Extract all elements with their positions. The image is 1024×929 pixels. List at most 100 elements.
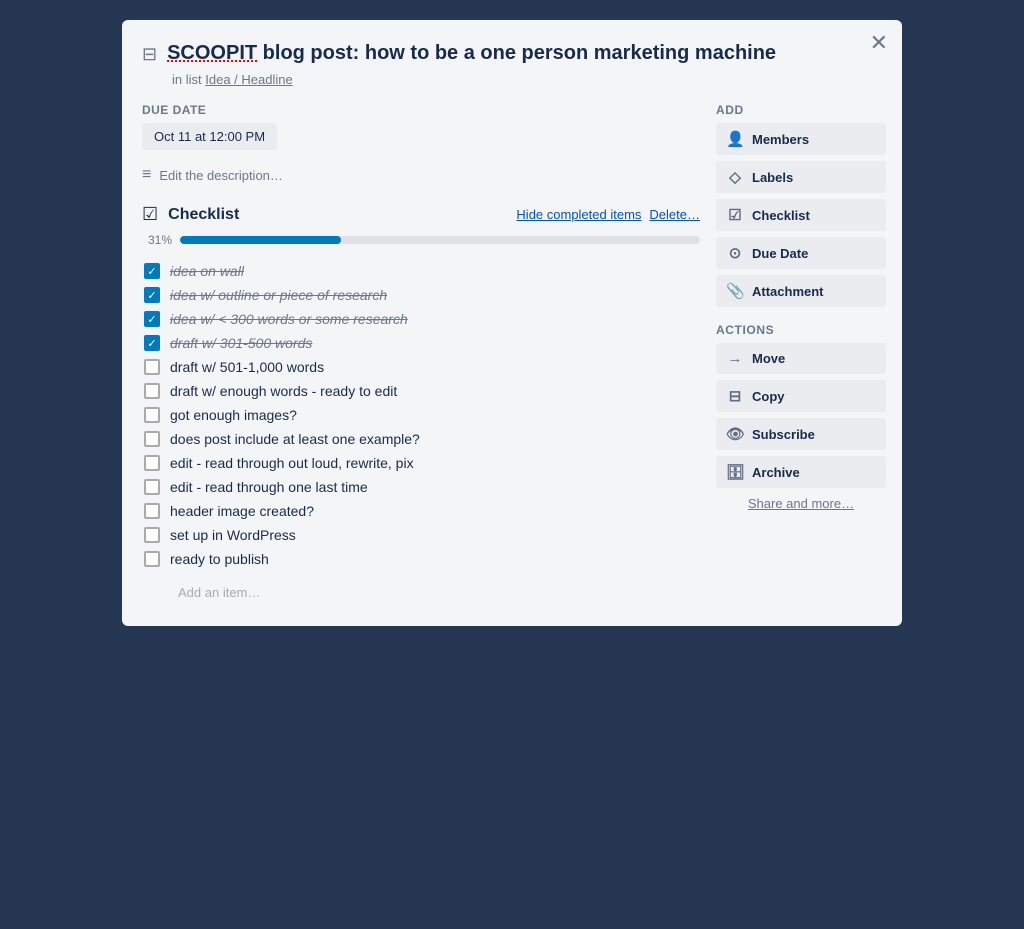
- sidebar-action-copy-button[interactable]: ⊟ Copy: [716, 380, 886, 412]
- card-title: SCOOPIT blog post: how to be a one perso…: [167, 40, 776, 66]
- sidebar-btn-label: Due Date: [752, 246, 808, 261]
- item-text: idea w/ outline or piece of research: [170, 287, 387, 303]
- checklist-item: got enough images?: [142, 403, 700, 427]
- checklist-items-list: ✓ idea on wall ✓ idea w/ outline or piece o…: [142, 259, 700, 571]
- due-date-button[interactable]: Oct 11 at 12:00 PM: [142, 123, 277, 150]
- progress-percent: 31%: [142, 233, 172, 247]
- add-buttons-group: 👤 Members ◇ Labels ☑ Checklist ⊙ Due Date 📎 Attac…: [716, 123, 886, 307]
- sidebar-action-move-button[interactable]: → Move: [716, 343, 886, 374]
- checklist-actions: Hide completed items Delete…: [516, 207, 700, 222]
- checklist-item: does post include at least one example?: [142, 427, 700, 451]
- item-checkbox[interactable]: [144, 551, 160, 567]
- checklist-title: Checklist: [168, 206, 506, 224]
- members-icon: 👤: [726, 130, 744, 148]
- description-icon: ≡: [142, 166, 151, 184]
- item-text: idea on wall: [170, 263, 244, 279]
- checklist-item: ✓ idea w/ < 300 words or some research: [142, 307, 700, 331]
- sidebar-add-due-date-button[interactable]: ⊙ Due Date: [716, 237, 886, 269]
- sidebar-add-members-button[interactable]: 👤 Members: [716, 123, 886, 155]
- item-checkbox[interactable]: ✓: [144, 311, 160, 327]
- brand-text: SCOOPIT: [167, 42, 257, 64]
- sidebar-btn-label: Copy: [752, 389, 785, 404]
- checklist-item: draft w/ enough words - ready to edit: [142, 379, 700, 403]
- item-checkbox[interactable]: [144, 527, 160, 543]
- share-link[interactable]: Share and more…: [716, 496, 886, 511]
- checklist-item: draft w/ 501-1,000 words: [142, 355, 700, 379]
- actions-section: Actions → Move ⊟ Copy 👁 Subscribe 🗄 Archive Sha…: [716, 323, 886, 511]
- item-text: draft w/ 301-500 words: [170, 335, 312, 351]
- sidebar-add-labels-button[interactable]: ◇ Labels: [716, 161, 886, 193]
- item-checkbox[interactable]: [144, 503, 160, 519]
- checklist-icon: ☑: [142, 204, 158, 225]
- modal-header: ⊟ SCOOPIT blog post: how to be a one per…: [142, 40, 886, 66]
- sidebar-add-checklist-button[interactable]: ☑ Checklist: [716, 199, 886, 231]
- sidebar: Add 👤 Members ◇ Labels ☑ Checklist ⊙ Due Date 📎 A…: [716, 103, 886, 606]
- list-link[interactable]: Idea / Headline: [205, 72, 292, 87]
- item-checkbox[interactable]: [144, 431, 160, 447]
- sidebar-add-attachment-button[interactable]: 📎 Attachment: [716, 275, 886, 307]
- add-section-title: Add: [716, 103, 886, 117]
- sidebar-btn-label: Subscribe: [752, 427, 815, 442]
- progress-row: 31%: [142, 233, 700, 247]
- description-row[interactable]: ≡ Edit the description…: [142, 166, 700, 184]
- modal-body: Due Date Oct 11 at 12:00 PM ≡ Edit the d…: [142, 103, 886, 606]
- item-text: edit - read through out loud, rewrite, p…: [170, 455, 414, 471]
- checklist-item: ✓ idea w/ outline or piece of research: [142, 283, 700, 307]
- copy-icon: ⊟: [726, 387, 744, 405]
- actions-section-title: Actions: [716, 323, 886, 337]
- title-rest: blog post: how to be a one person market…: [257, 42, 776, 64]
- checklist-item: ✓ idea on wall: [142, 259, 700, 283]
- item-checkbox[interactable]: ✓: [144, 335, 160, 351]
- sidebar-btn-label: Move: [752, 351, 785, 366]
- sidebar-btn-label: Checklist: [752, 208, 810, 223]
- sidebar-btn-label: Attachment: [752, 284, 824, 299]
- progress-bar-fill: [180, 236, 341, 244]
- checklist-item: set up in WordPress: [142, 523, 700, 547]
- main-content: Due Date Oct 11 at 12:00 PM ≡ Edit the d…: [142, 103, 700, 606]
- item-text: header image created?: [170, 503, 314, 519]
- item-checkbox[interactable]: ✓: [144, 263, 160, 279]
- sidebar-btn-label: Archive: [752, 465, 800, 480]
- subscribe-icon: 👁: [726, 425, 744, 443]
- attachment-icon: 📎: [726, 282, 744, 300]
- item-checkbox[interactable]: [144, 407, 160, 423]
- checklist-item: edit - read through one last time: [142, 475, 700, 499]
- hide-completed-button[interactable]: Hide completed items: [516, 207, 641, 222]
- move-icon: →: [726, 350, 744, 367]
- labels-icon: ◇: [726, 168, 744, 186]
- archive-icon: 🗄: [726, 463, 744, 481]
- item-checkbox[interactable]: [144, 359, 160, 375]
- add-item-placeholder[interactable]: Add an item…: [142, 579, 700, 606]
- item-checkbox[interactable]: [144, 479, 160, 495]
- card-modal: ✕ ⊟ SCOOPIT blog post: how to be a one p…: [122, 20, 902, 626]
- modal-overlay[interactable]: ✕ ⊟ SCOOPIT blog post: how to be a one p…: [0, 0, 1024, 929]
- sidebar-action-archive-button[interactable]: 🗄 Archive: [716, 456, 886, 488]
- checklist-item: ready to publish: [142, 547, 700, 571]
- item-text: draft w/ 501-1,000 words: [170, 359, 324, 375]
- checklist-item: header image created?: [142, 499, 700, 523]
- delete-checklist-button[interactable]: Delete…: [649, 207, 700, 222]
- checklist-header: ☑ Checklist Hide completed items Delete…: [142, 204, 700, 225]
- item-text: ready to publish: [170, 551, 269, 567]
- sidebar-action-subscribe-button[interactable]: 👁 Subscribe: [716, 418, 886, 450]
- due-date-label: Due Date: [142, 103, 700, 117]
- due-date-icon: ⊙: [726, 244, 744, 262]
- card-subtitle: in list Idea / Headline: [172, 72, 886, 87]
- close-button[interactable]: ✕: [870, 32, 888, 54]
- item-text: idea w/ < 300 words or some research: [170, 311, 408, 327]
- sidebar-btn-label: Members: [752, 132, 809, 147]
- action-buttons-group: → Move ⊟ Copy 👁 Subscribe 🗄 Archive: [716, 343, 886, 488]
- item-text: edit - read through one last time: [170, 479, 368, 495]
- item-text: set up in WordPress: [170, 527, 296, 543]
- sidebar-btn-label: Labels: [752, 170, 793, 185]
- item-checkbox[interactable]: ✓: [144, 287, 160, 303]
- checklist-icon: ☑: [726, 206, 744, 224]
- item-text: draft w/ enough words - ready to edit: [170, 383, 397, 399]
- checklist-item: edit - read through out loud, rewrite, p…: [142, 451, 700, 475]
- item-text: does post include at least one example?: [170, 431, 420, 447]
- checklist-item: ✓ draft w/ 301-500 words: [142, 331, 700, 355]
- item-checkbox[interactable]: [144, 383, 160, 399]
- progress-bar-background: [180, 236, 700, 244]
- item-checkbox[interactable]: [144, 455, 160, 471]
- description-placeholder: Edit the description…: [159, 168, 283, 183]
